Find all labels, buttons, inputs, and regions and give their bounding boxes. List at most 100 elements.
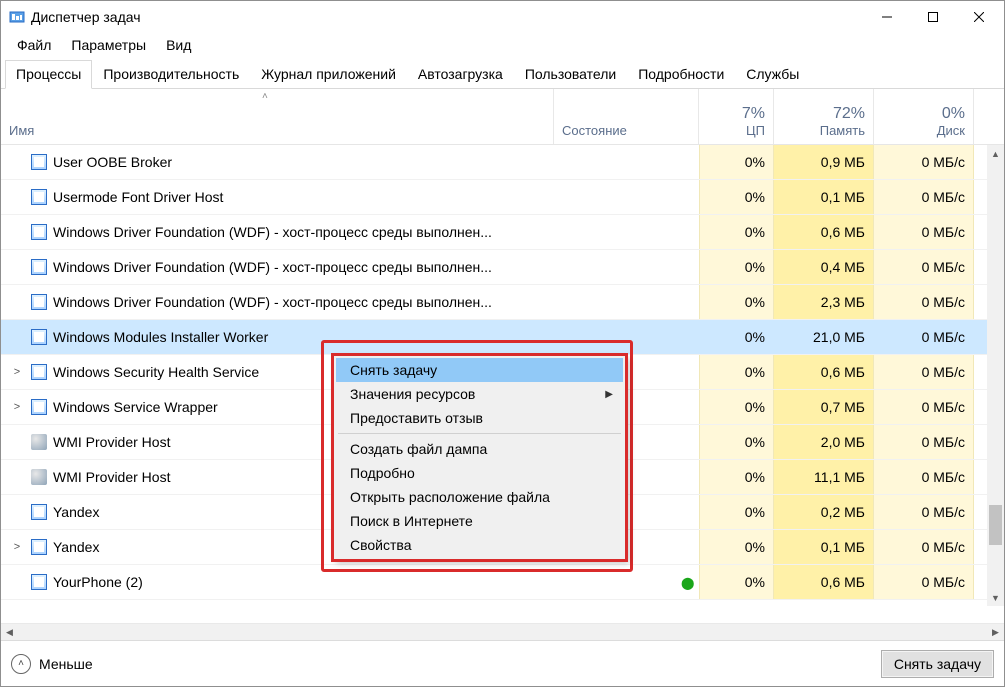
horizontal-scrollbar[interactable]: ◀ ▶ [1, 623, 1004, 640]
cell-name: Windows Modules Installer Worker [1, 320, 554, 354]
ctx-search-online[interactable]: Поиск в Интернете [336, 509, 623, 533]
cell-status [554, 180, 699, 214]
ctx-create-dump[interactable]: Создать файл дампа [336, 437, 623, 461]
app-window-icon [31, 329, 47, 345]
table-row[interactable]: Windows Driver Foundation (WDF) - хост-п… [1, 285, 1004, 320]
process-name: Windows Driver Foundation (WDF) - хост-п… [53, 224, 492, 240]
cell-disk: 0 МБ/с [874, 495, 974, 529]
cell-disk: 0 МБ/с [874, 145, 974, 179]
cell-status: ⬤ [554, 565, 699, 599]
cell-status [554, 215, 699, 249]
scrollbar-thumb[interactable] [989, 505, 1002, 545]
cell-cpu: 0% [699, 495, 774, 529]
tab-startup[interactable]: Автозагрузка [407, 60, 514, 89]
tab-app-history[interactable]: Журнал приложений [250, 60, 407, 89]
ctx-details[interactable]: Подробно [336, 461, 623, 485]
cell-memory: 0,1 МБ [774, 180, 874, 214]
table-row[interactable]: YourPhone (2)⬤0%0,6 МБ0 МБ/с [1, 565, 1004, 600]
cell-name: Usermode Font Driver Host [1, 180, 554, 214]
scroll-right-icon[interactable]: ▶ [987, 627, 1004, 638]
scroll-up-icon[interactable]: ▲ [987, 145, 1004, 162]
window-title: Диспетчер задач [31, 9, 864, 25]
menu-view[interactable]: Вид [156, 34, 201, 56]
menu-file[interactable]: Файл [7, 34, 61, 56]
cell-status [554, 320, 699, 354]
end-task-button[interactable]: Снять задачу [881, 650, 994, 678]
cell-disk: 0 МБ/с [874, 425, 974, 459]
cell-memory: 0,1 МБ [774, 530, 874, 564]
cell-memory: 0,7 МБ [774, 390, 874, 424]
cell-status [554, 285, 699, 319]
app-window-icon [31, 294, 47, 310]
cell-memory: 0,9 МБ [774, 145, 874, 179]
cell-name: Windows Driver Foundation (WDF) - хост-п… [1, 215, 554, 249]
cell-cpu: 0% [699, 355, 774, 389]
app-window-icon [31, 574, 47, 590]
cell-disk: 0 МБ/с [874, 180, 974, 214]
cell-status [554, 250, 699, 284]
column-header-cpu[interactable]: 7% ЦП [699, 89, 774, 144]
service-icon [31, 469, 47, 485]
scroll-down-icon[interactable]: ▼ [987, 589, 1004, 606]
table-row[interactable]: User OOBE Broker0%0,9 МБ0 МБ/с [1, 145, 1004, 180]
leaf-status-icon: ⬤ [681, 576, 687, 582]
cell-memory: 0,4 МБ [774, 250, 874, 284]
cell-memory: 0,6 МБ [774, 215, 874, 249]
cell-cpu: 0% [699, 565, 774, 599]
ctx-properties[interactable]: Свойства [336, 533, 623, 557]
tab-details[interactable]: Подробности [627, 60, 735, 89]
tab-performance[interactable]: Производительность [92, 60, 250, 89]
cell-cpu: 0% [699, 530, 774, 564]
cell-name: Windows Driver Foundation (WDF) - хост-п… [1, 250, 554, 284]
process-name: Windows Driver Foundation (WDF) - хост-п… [53, 259, 492, 275]
scroll-left-icon[interactable]: ◀ [1, 627, 18, 638]
table-row[interactable]: Windows Driver Foundation (WDF) - хост-п… [1, 250, 1004, 285]
process-name: Yandex [53, 504, 99, 520]
table-row[interactable]: Windows Modules Installer Worker0%21,0 М… [1, 320, 1004, 355]
process-name: Usermode Font Driver Host [53, 189, 223, 205]
tab-processes[interactable]: Процессы [5, 60, 92, 89]
process-name: Windows Security Health Service [53, 364, 259, 380]
app-window-icon [31, 399, 47, 415]
app-window-icon [31, 154, 47, 170]
close-button[interactable] [956, 1, 1002, 33]
cell-name: Windows Driver Foundation (WDF) - хост-п… [1, 285, 554, 319]
cell-cpu: 0% [699, 180, 774, 214]
cell-cpu: 0% [699, 320, 774, 354]
ctx-feedback[interactable]: Предоставить отзыв [336, 406, 623, 430]
column-header-name[interactable]: Имя [1, 89, 554, 144]
tab-services[interactable]: Службы [735, 60, 810, 89]
table-row[interactable]: Windows Driver Foundation (WDF) - хост-п… [1, 215, 1004, 250]
expand-toggle[interactable]: > [9, 541, 25, 553]
cell-cpu: 0% [699, 250, 774, 284]
maximize-button[interactable] [910, 1, 956, 33]
process-name: Windows Service Wrapper [53, 399, 218, 415]
titlebar[interactable]: Диспетчер задач [1, 1, 1004, 33]
ctx-end-task[interactable]: Снять задачу [336, 358, 623, 382]
expand-toggle[interactable]: > [9, 401, 25, 413]
tabs: Процессы Производительность Журнал прило… [1, 57, 1004, 89]
minimize-button[interactable] [864, 1, 910, 33]
app-window-icon [31, 539, 47, 555]
window-controls [864, 1, 1002, 33]
expand-toggle[interactable]: > [9, 366, 25, 378]
cell-memory: 2,3 МБ [774, 285, 874, 319]
column-header-status[interactable]: Состояние [554, 89, 699, 144]
column-headers: ˄ Имя Состояние 7% ЦП 72% Память 0% Диск [1, 89, 1004, 145]
process-name: WMI Provider Host [53, 469, 170, 485]
cell-name: YourPhone (2) [1, 565, 554, 599]
service-icon [31, 434, 47, 450]
column-header-disk[interactable]: 0% Диск [874, 89, 974, 144]
ctx-open-location[interactable]: Открыть расположение файла [336, 485, 623, 509]
sort-indicator-icon: ˄ [262, 91, 268, 102]
tab-users[interactable]: Пользователи [514, 60, 627, 89]
vertical-scrollbar[interactable]: ▲ ▼ [987, 145, 1004, 606]
process-name: YourPhone (2) [53, 574, 143, 590]
column-header-memory[interactable]: 72% Память [774, 89, 874, 144]
cell-disk: 0 МБ/с [874, 215, 974, 249]
ctx-resource-values[interactable]: Значения ресурсов ▶ [336, 382, 623, 406]
fewer-details-button[interactable]: ˄ Меньше [11, 654, 93, 674]
table-row[interactable]: Usermode Font Driver Host 0%0,1 МБ0 МБ/с [1, 180, 1004, 215]
menu-options[interactable]: Параметры [61, 34, 156, 56]
process-name: Yandex [53, 539, 99, 555]
